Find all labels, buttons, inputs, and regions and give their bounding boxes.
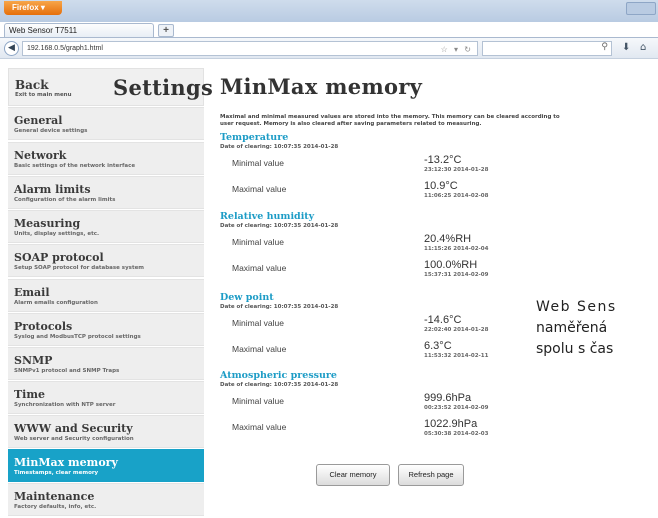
sidebar-item-alarm-limits[interactable]: Alarm limits Configuration of the alarm l… <box>8 176 204 209</box>
sidebar-item-sublabel: Setup SOAP protocol for database system <box>14 265 145 271</box>
max-label: Maximal value <box>232 263 287 273</box>
sidebar-item-email[interactable]: Email Alarm emails configuration <box>8 279 204 312</box>
min-label: Minimal value <box>232 318 284 328</box>
bookmark-star-icon[interactable]: ☆ ▾ ↻ <box>441 43 473 56</box>
browser-tab[interactable]: Web Sensor T7511 <box>4 23 154 38</box>
sidebar-item-snmp[interactable]: SNMP SNMPv1 protocol and SNMP Traps <box>8 347 204 380</box>
clearing-date: Date of clearing: 10:07:35 2014-01-28 <box>220 223 339 229</box>
max-value: 6.3°C <box>424 340 452 352</box>
sidebar-item-www-and-security[interactable]: WWW and Security Web server and Security … <box>8 415 204 448</box>
sidebar-item-sublabel: Synchronization with NTP server <box>14 402 116 408</box>
min-value: -14.6°C <box>424 314 462 326</box>
sidebar-item-label: WWW and Security <box>14 422 133 435</box>
min-timestamp: 11:15:26 2014-02-04 <box>424 246 489 252</box>
sidebar-item-sublabel: Alarm emails configuration <box>14 300 98 306</box>
overlay-line-2: naměřená <box>536 320 608 336</box>
sidebar-item-sublabel: Configuration of the alarm limits <box>14 197 116 203</box>
sidebar-item-general[interactable]: General General device settings <box>8 107 204 140</box>
search-input[interactable]: ⚲ <box>482 41 612 56</box>
sidebar-item-label: SOAP protocol <box>14 251 104 264</box>
sidebar-item-soap-protocol[interactable]: SOAP protocol Setup SOAP protocol for dat… <box>8 244 204 277</box>
section-title: Atmospheric pressure <box>220 370 337 381</box>
sidebar-item-maintenance[interactable]: Maintenance Factory defaults, info, etc. <box>8 483 204 516</box>
firefox-menu-button[interactable]: Firefox ▾ <box>4 1 62 15</box>
max-timestamp: 05:30:38 2014-02-03 <box>424 431 489 437</box>
browser-titlebar: Firefox ▾ <box>0 0 658 22</box>
sidebar-item-label: Measuring <box>14 217 81 230</box>
clear-memory-button[interactable]: Clear memory <box>316 464 390 486</box>
max-timestamp: 15:37:31 2014-02-09 <box>424 272 489 278</box>
sidebar-item-label: General <box>14 114 63 127</box>
settings-title: Settings <box>113 75 214 100</box>
max-timestamp: 11:06:25 2014-02-08 <box>424 193 489 199</box>
sidebar-item-sublabel: SNMPv1 protocol and SNMP Traps <box>14 368 120 374</box>
window-controls[interactable] <box>626 2 656 15</box>
sidebar-item-label: Email <box>14 286 50 299</box>
new-tab-button[interactable]: + <box>158 24 174 37</box>
sidebar-item-sublabel: Basic settings of the network interface <box>14 163 136 169</box>
sidebar-item-sublabel: Units, display settings, etc. <box>14 231 100 237</box>
sidebar-item-time[interactable]: Time Synchronization with NTP server <box>8 381 204 414</box>
sidebar-item-protocols[interactable]: Protocols Syslog and ModbusTCP protocol s… <box>8 313 204 346</box>
min-label: Minimal value <box>232 237 284 247</box>
page-title: MinMax memory <box>220 74 423 99</box>
back-sublabel: Exit to main menu <box>15 92 72 98</box>
tab-title: Web Sensor T7511 <box>9 26 78 35</box>
max-timestamp: 11:53:32 2014-02-11 <box>424 353 489 359</box>
search-icon[interactable]: ⚲ <box>601 42 608 52</box>
min-timestamp: 00:23:52 2014-02-09 <box>424 405 489 411</box>
max-label: Maximal value <box>232 422 287 432</box>
back-label: Back <box>15 78 49 92</box>
sidebar-item-sublabel: General device settings <box>14 128 88 134</box>
min-value: -13.2°C <box>424 154 462 166</box>
home-icon[interactable]: ⌂ <box>640 42 646 53</box>
sidebar-item-sublabel: Web server and Security configuration <box>14 436 134 442</box>
sidebar-item-minmax-memory[interactable]: MinMax memory Timestamps, clear memory <box>8 449 204 482</box>
min-value: 20.4%RH <box>424 233 472 245</box>
intro-text: Maximal and minimal measured values are … <box>220 114 560 127</box>
sidebar-item-measuring[interactable]: Measuring Units, display settings, etc. <box>8 210 204 243</box>
max-label: Maximal value <box>232 184 287 194</box>
section-title: Temperature <box>220 132 289 143</box>
overlay-caption: Web Sens naměřená spolu s čas <box>536 297 658 360</box>
min-label: Minimal value <box>232 158 284 168</box>
max-value: 10.9°C <box>424 180 458 192</box>
overlay-line-3: spolu s čas <box>536 341 614 357</box>
sidebar-item-label: SNMP <box>14 354 53 367</box>
min-value: 999.6hPa <box>424 392 472 404</box>
min-timestamp: 22:02:40 2014-01-28 <box>424 327 489 333</box>
browser-back-button[interactable]: ◀ <box>4 41 19 56</box>
section-title: Dew point <box>220 292 274 303</box>
min-label: Minimal value <box>232 396 284 406</box>
sidebar-item-label: Network <box>14 149 67 162</box>
overlay-line-1: Web Sens <box>536 299 617 315</box>
download-icon[interactable]: ⬇ <box>622 42 630 53</box>
sidebar-item-sublabel: Factory defaults, info, etc. <box>14 504 97 510</box>
refresh-page-button[interactable]: Refresh page <box>398 464 464 486</box>
section-title: Relative humidity <box>220 211 315 222</box>
max-label: Maximal value <box>232 344 287 354</box>
clearing-date: Date of clearing: 10:07:35 2014-01-28 <box>220 304 339 310</box>
clearing-date: Date of clearing: 10:07:35 2014-01-28 <box>220 382 339 388</box>
min-timestamp: 23:12:30 2014-01-28 <box>424 167 489 173</box>
sidebar-item-sublabel: Timestamps, clear memory <box>14 470 99 476</box>
sidebar-item-label: Maintenance <box>14 490 95 503</box>
url-bar[interactable]: 192.168.0.5/graph1.html ☆ ▾ ↻ <box>22 41 478 56</box>
sidebar-item-sublabel: Syslog and ModbusTCP protocol settings <box>14 334 141 340</box>
max-value: 1022.9hPa <box>424 418 478 430</box>
max-value: 100.0%RH <box>424 259 478 271</box>
clearing-date: Date of clearing: 10:07:35 2014-01-28 <box>220 144 339 150</box>
navigation-bar: ◀ 192.168.0.5/graph1.html ☆ ▾ ↻ ⚲ ⬇ ⌂ <box>0 37 658 59</box>
back-button[interactable]: Back Exit to main menu Settings <box>8 68 213 106</box>
sidebar-item-label: Time <box>14 388 46 401</box>
sidebar-item-label: Alarm limits <box>14 183 91 196</box>
sidebar-item-label: Protocols <box>14 320 73 333</box>
url-text: 192.168.0.5/graph1.html <box>27 45 103 52</box>
sidebar-item-network[interactable]: Network Basic settings of the network int… <box>8 142 204 175</box>
firefox-menu-label: Firefox <box>12 3 39 12</box>
sidebar-item-label: MinMax memory <box>14 456 118 469</box>
